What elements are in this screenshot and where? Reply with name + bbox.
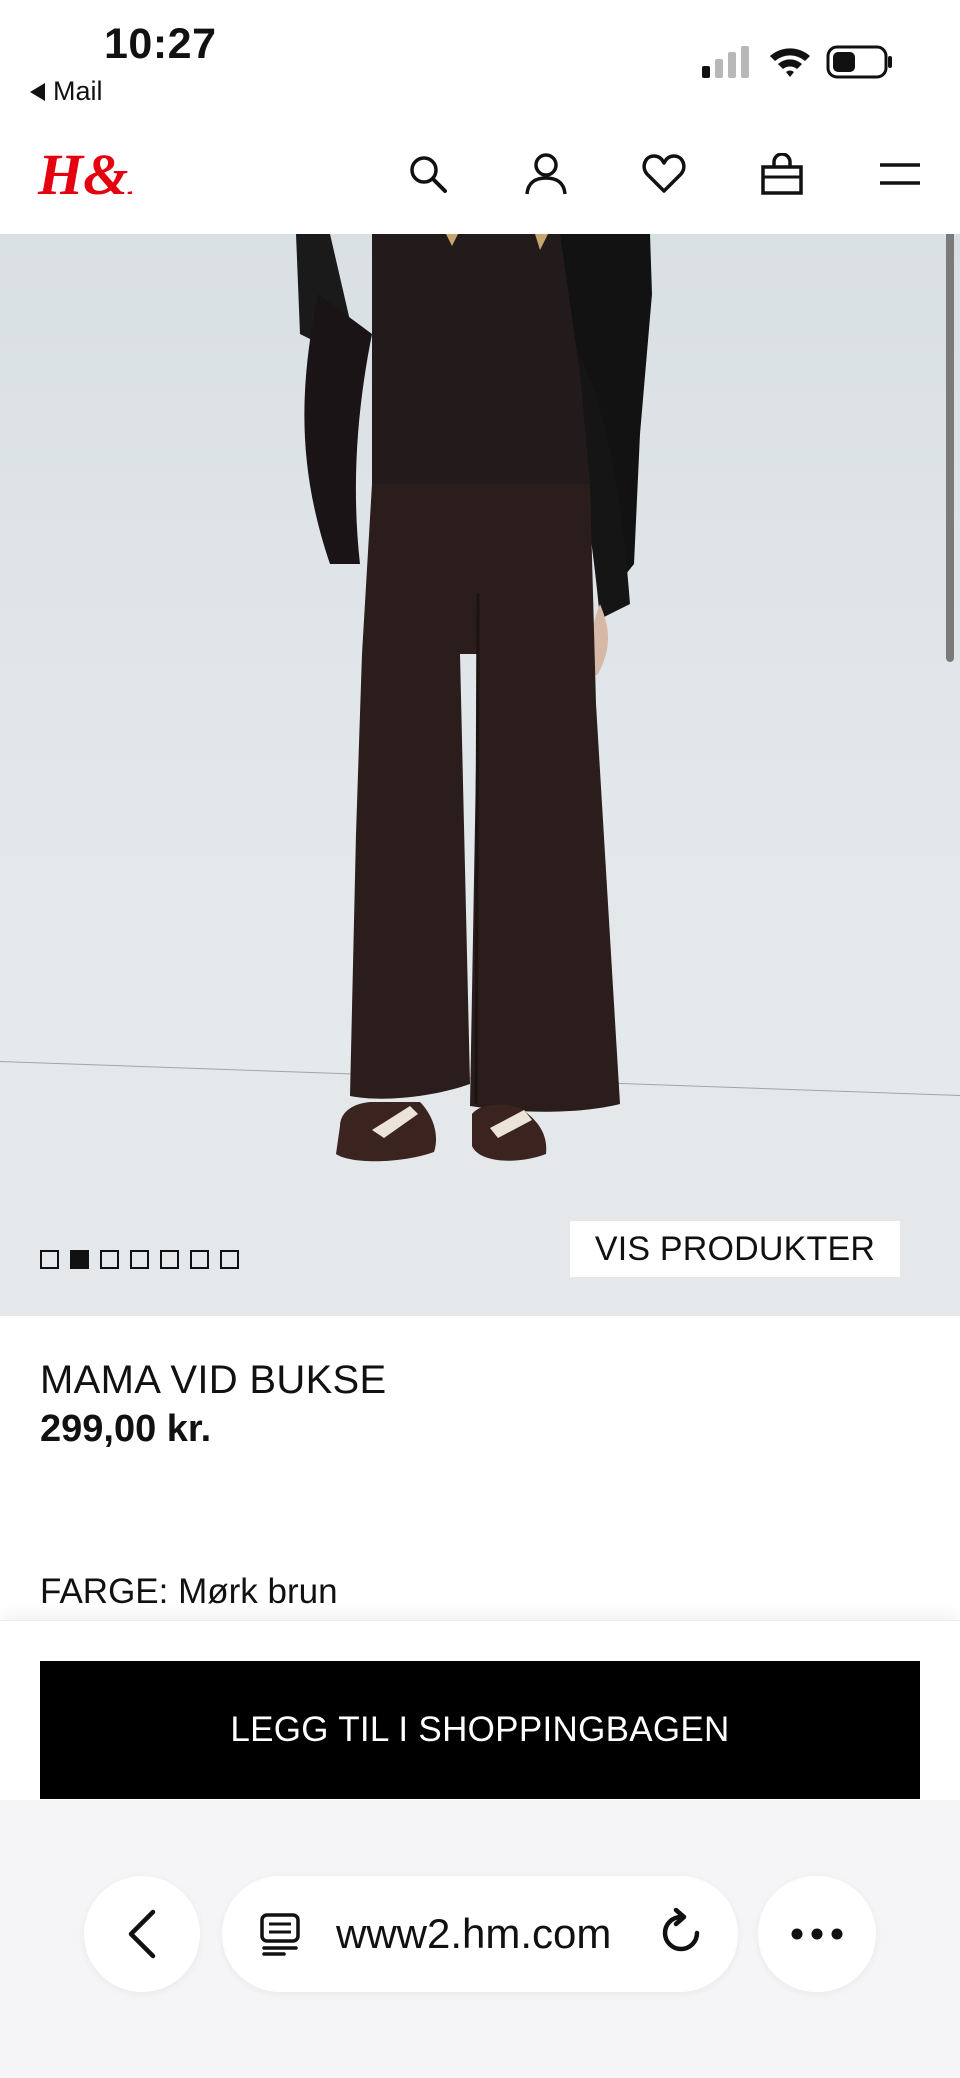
shopping-bag-icon[interactable] [754,146,810,202]
gallery-pagination [40,1250,239,1269]
gallery-dot[interactable] [190,1250,209,1269]
wifi-icon [770,48,810,77]
back-triangle-icon [30,82,45,101]
chevron-left-icon [128,1909,156,1959]
more-options-icon [791,1928,843,1940]
site-header: H&M [0,118,960,234]
address-bar[interactable]: www2.hm.com [222,1876,738,1992]
product-photo [0,234,960,1316]
favorites-icon[interactable] [636,146,692,202]
product-price: 299,00 kr. [40,1408,212,1450]
gallery-dot[interactable] [130,1250,149,1269]
status-bar: 10:27 Mail [0,0,960,118]
product-name: MAMA VID BUKSE [40,1358,387,1402]
menu-icon[interactable] [872,146,928,202]
add-to-bag-button[interactable]: LEGG TIL I SHOPPINGBAGEN [40,1661,920,1799]
cellular-signal-icon [702,46,749,78]
product-image-gallery[interactable] [0,234,960,1316]
page-scrollbar[interactable] [946,234,954,662]
battery-icon [826,45,892,79]
gallery-dot[interactable] [40,1250,59,1269]
gallery-dot[interactable] [220,1250,239,1269]
search-icon[interactable] [400,146,456,202]
back-to-app-link[interactable]: Mail [30,76,103,107]
hm-logo[interactable]: H&M [36,138,132,208]
url-text: www2.hm.com [336,1910,612,1957]
status-time: 10:27 [104,20,217,68]
reload-icon[interactable] [656,1908,706,1958]
account-icon[interactable] [518,146,574,202]
show-products-button[interactable]: VIS PRODUKTER [570,1221,900,1277]
svg-text:H&M: H&M [37,142,132,207]
back-app-label: Mail [53,76,103,106]
gallery-dot[interactable] [160,1250,179,1269]
gallery-dot[interactable] [70,1250,89,1269]
more-options-button[interactable] [758,1876,876,1992]
browser-back-button[interactable] [84,1876,200,1992]
browser-toolbar: www2.hm.com [0,1800,960,2078]
gallery-dot[interactable] [100,1250,119,1269]
color-label: FARGE: Mørk brun [40,1572,338,1611]
reader-mode-icon[interactable] [258,1912,302,1956]
